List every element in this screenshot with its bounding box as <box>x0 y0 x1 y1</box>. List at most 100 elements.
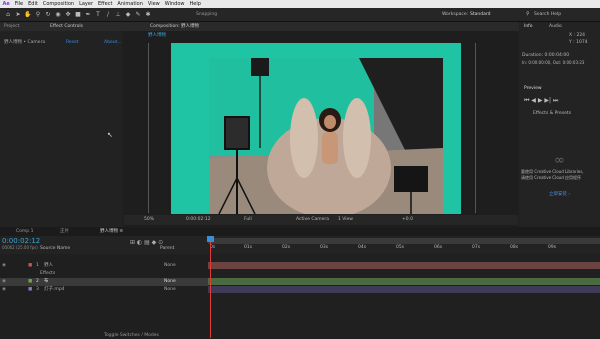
menu-bar: Ae File Edit Composition Layer Effect An… <box>0 0 600 8</box>
column-parent: Parent <box>160 246 175 251</box>
adobe-logo: Ae <box>2 0 10 7</box>
menu-window[interactable]: Window <box>162 1 187 7</box>
work-area-bar[interactable] <box>208 238 600 244</box>
studio-photo-image <box>209 58 443 214</box>
search-icon[interactable]: ⚲ <box>526 12 530 17</box>
timeline-timecode[interactable]: 0:00:02:12 <box>2 238 40 245</box>
menu-layer[interactable]: Layer <box>77 1 96 7</box>
layer-number: 2 <box>36 279 39 284</box>
menu-file[interactable]: File <box>12 1 25 7</box>
layer-name[interactable]: 野人 <box>44 262 53 270</box>
layer-bar-1[interactable] <box>208 262 600 269</box>
info-y: Y : 1074 <box>569 40 588 45</box>
menu-view[interactable]: View <box>145 1 162 7</box>
layer-list: ◉ ■ 1 野人 None Effects ◉ ■ 2 布 None ◉ ■ 3… <box>0 254 208 338</box>
layer-bar-2[interactable] <box>208 278 600 285</box>
camera-view-select[interactable]: Active Camera <box>296 217 329 223</box>
tab-audio[interactable]: Audio <box>549 24 562 30</box>
effects-group[interactable]: Effects <box>40 270 55 278</box>
ruler-03s: 03s <box>320 245 329 250</box>
tab-composition[interactable]: Composition: 野人博物 <box>150 23 199 30</box>
pan-behind-tool-icon[interactable]: ✥ <box>64 11 72 19</box>
mouse-cursor-icon: ↖ <box>107 131 113 139</box>
layer-row[interactable]: ◉ ■ 3 灯子.mp4 None <box>0 286 208 294</box>
exposure-value[interactable]: +0.0 <box>402 217 413 223</box>
tab-yeren-bowu[interactable]: 野人博物 ≡ <box>100 228 123 235</box>
ruler-09s: 09s <box>548 245 557 250</box>
menu-effect[interactable]: Effect <box>96 1 115 7</box>
clone-tool-icon[interactable]: ⊥ <box>114 11 122 19</box>
layer-name[interactable]: 布 <box>44 278 49 286</box>
time-ruler[interactable]: 0s 01s 02s 03s 04s 05s 06s 07s 08s 09s <box>208 245 600 254</box>
timeline-header: 0:00:02:12 00062 (25.00 fps) Source Name… <box>0 236 600 254</box>
layer-color-label[interactable]: ■ <box>28 262 32 270</box>
pen-tool-icon[interactable]: ✒ <box>84 11 92 19</box>
hand-tool-icon[interactable]: ✋ <box>24 11 32 19</box>
tab-project[interactable]: Project <box>4 23 19 30</box>
info-x: X : 224 <box>569 33 586 38</box>
tab-info[interactable]: Info <box>524 24 533 30</box>
footage-photo <box>209 58 443 214</box>
selection-tool-icon[interactable]: ➤ <box>14 11 22 19</box>
puppet-tool-icon[interactable]: ✱ <box>144 11 152 19</box>
playhead-handle[interactable] <box>207 236 214 242</box>
shape-tool-icon[interactable]: ■ <box>74 11 82 19</box>
current-time-display[interactable]: 0:00:02:12 <box>186 217 211 223</box>
reset-link[interactable]: Reset <box>66 40 79 46</box>
ruler-guide-left <box>148 43 149 213</box>
install-cc-link[interactable]: 立即安装 › <box>549 192 570 198</box>
roto-tool-icon[interactable]: ✎ <box>134 11 142 19</box>
layer-color-label[interactable]: ■ <box>28 286 32 294</box>
ruler-02s: 02s <box>282 245 291 250</box>
menu-edit[interactable]: Edit <box>26 1 41 7</box>
after-effects-window: Ae File Edit Composition Layer Effect An… <box>0 0 600 338</box>
effects-presets-search[interactable]: Effects & Presets <box>533 111 571 117</box>
tab-comp-1[interactable]: Comp 1 <box>16 228 33 235</box>
eye-icon[interactable]: ◉ <box>2 286 6 294</box>
layer-row[interactable]: Effects <box>0 270 208 278</box>
duration-info: Duration: 0:00:04:00 <box>522 53 570 58</box>
effect-layer-label: 野人博物 • Camera <box>4 40 46 45</box>
layer-number: 3 <box>36 287 39 292</box>
resolution-select[interactable]: Full <box>244 217 252 223</box>
parent-select[interactable]: None <box>164 286 176 294</box>
ruler-04s: 04s <box>358 245 367 250</box>
snapping-checkbox[interactable]: Snapping <box>196 12 217 18</box>
home-icon[interactable]: ⌂ <box>4 11 12 19</box>
parent-select[interactable]: None <box>164 278 176 286</box>
ruler-06s: 06s <box>434 245 443 250</box>
brush-tool-icon[interactable]: / <box>104 11 112 19</box>
layer-row[interactable]: ◉ ■ 2 布 None <box>0 278 208 286</box>
view-layout-select[interactable]: 1 View <box>338 217 353 223</box>
ruler-01s: 01s <box>244 245 253 250</box>
preview-controls-icon[interactable]: ⏮ ◀ ▶ ▶| ⏭ <box>524 98 558 104</box>
about-link[interactable]: About... <box>104 40 122 46</box>
comp-breadcrumb[interactable]: 野人博物 <box>148 33 166 39</box>
layer-name[interactable]: 灯子.mp4 <box>44 286 65 294</box>
playhead-line[interactable] <box>210 236 211 338</box>
menu-composition[interactable]: Composition <box>40 1 76 7</box>
zoom-select[interactable]: 50% <box>144 217 154 223</box>
eye-icon[interactable]: ◉ <box>2 262 6 270</box>
eraser-tool-icon[interactable]: ◆ <box>124 11 132 19</box>
eye-icon[interactable]: ◉ <box>2 278 6 286</box>
camera-tool-icon[interactable]: ◉ <box>54 11 62 19</box>
timeline-switches-icon[interactable]: ⊞ ◐ ▤ ◆ ⊙ <box>130 240 163 246</box>
layer-bar-3[interactable] <box>208 286 600 293</box>
cc-message-1: 要使用 Creative Cloud Libraries, <box>521 169 584 174</box>
layer-row[interactable]: ◉ ■ 1 野人 None <box>0 262 208 270</box>
menu-animation[interactable]: Animation <box>115 1 146 7</box>
menu-help[interactable]: Help <box>187 1 203 7</box>
workspace-select[interactable]: Standard <box>470 12 490 18</box>
preview-panel-title: Preview <box>524 86 542 91</box>
layer-color-label[interactable]: ■ <box>28 278 32 286</box>
parent-select[interactable]: None <box>164 262 176 270</box>
type-tool-icon[interactable]: T <box>94 11 102 19</box>
tools-toolbar: ⌂ ➤ ✋ ⚲ ↻ ◉ ✥ ■ ✒ T / ⊥ ◆ ✎ ✱ Snapping W… <box>0 8 600 22</box>
search-help-input[interactable]: Search Help <box>534 12 561 18</box>
zoom-tool-icon[interactable]: ⚲ <box>34 11 42 19</box>
tab-zhengpian[interactable]: 正片 <box>60 228 69 235</box>
timeline-tracks <box>207 236 600 338</box>
rotate-tool-icon[interactable]: ↻ <box>44 11 52 19</box>
tab-effect-controls[interactable]: Effect Controls <box>50 23 83 30</box>
